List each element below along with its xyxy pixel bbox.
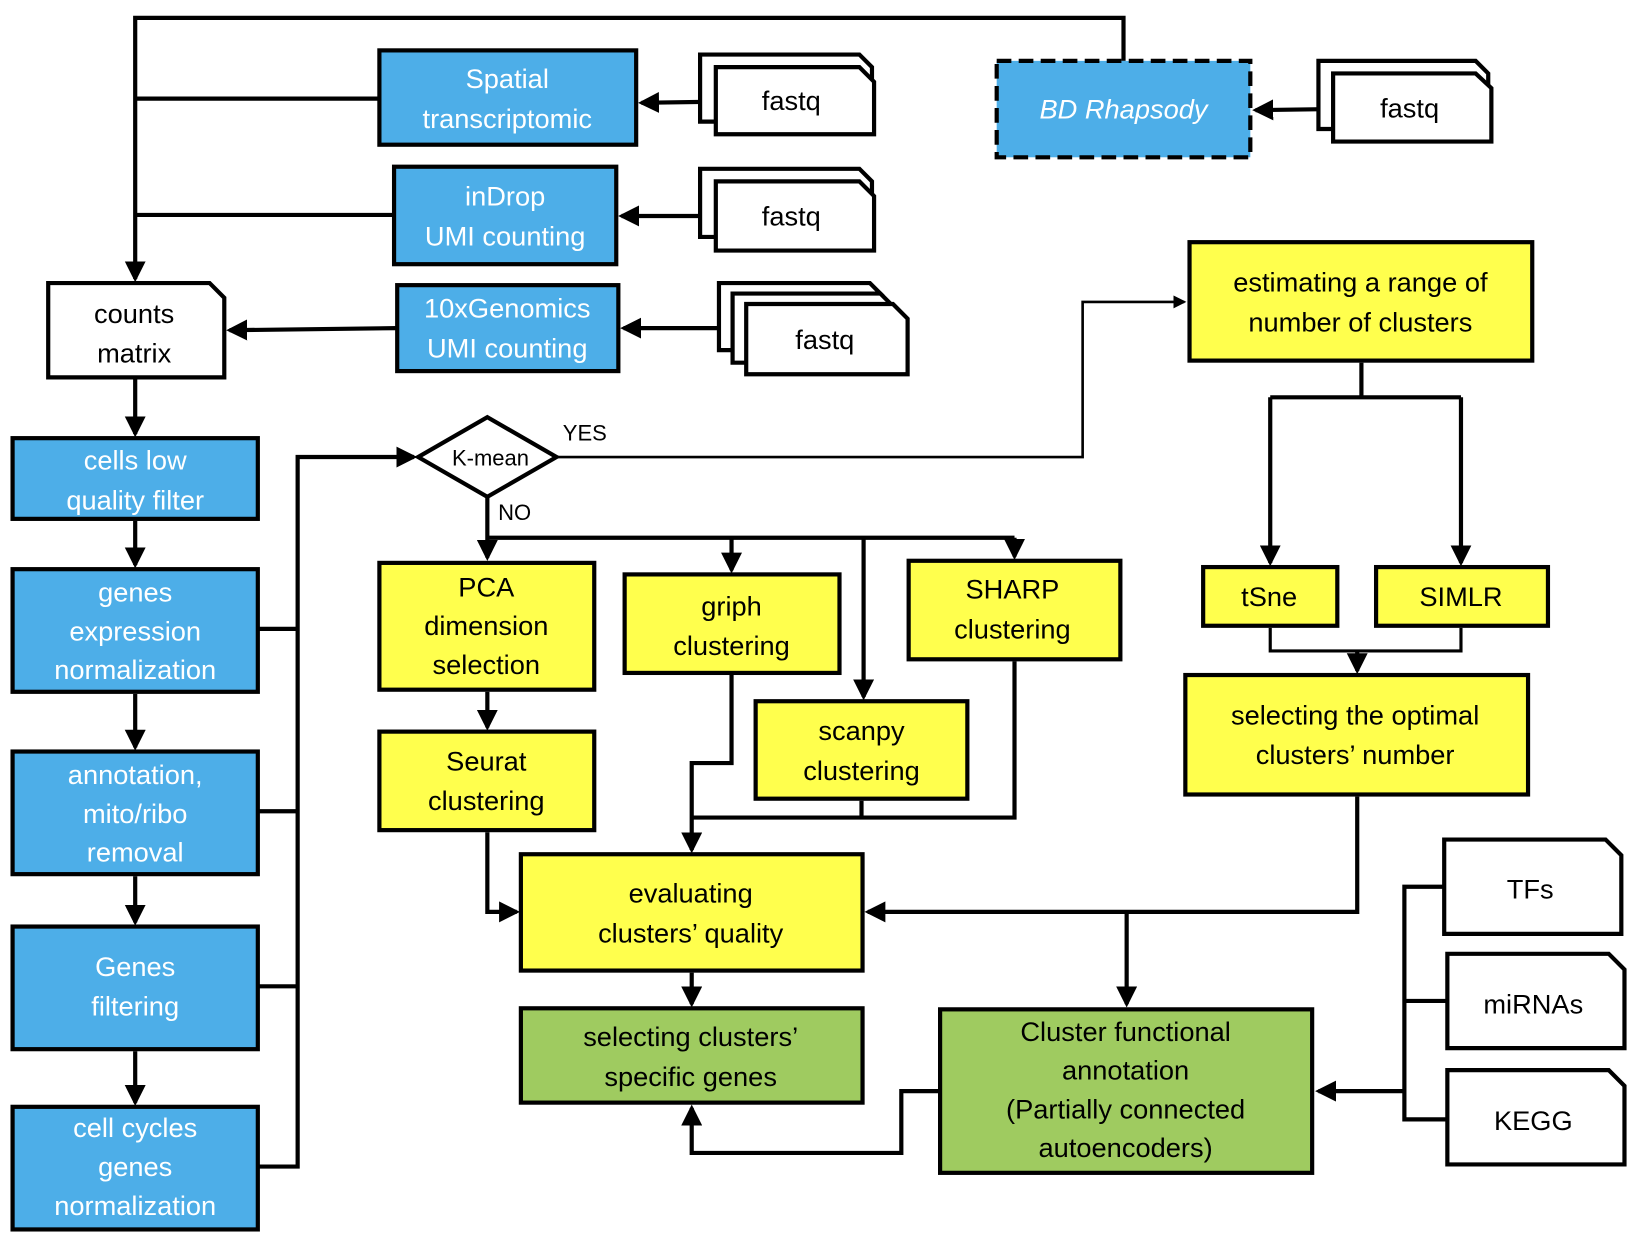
svg-text:fastq: fastq: [762, 200, 821, 231]
pipeline-diagram: Spatial transcriptomic inDrop UMI counting…: [10, 15, 1627, 1232]
edge-griph-to-eval: [681, 675, 734, 854]
fastq-file-indrop: fastq: [697, 166, 877, 253]
fastq-file-10x: fastq: [716, 280, 910, 377]
svg-text:annotation,mito/riboremoval: annotation, mito/ribo removal: [68, 759, 203, 868]
node-selecting-optimal-number: selecting the optimal clusters’ number: [1183, 672, 1531, 797]
node-10xgenomics: 10xGenomics UMI counting: [395, 283, 621, 374]
edge-optimal-to-eval: [864, 796, 1360, 923]
svg-text:KEGG: KEGG: [1494, 1105, 1573, 1136]
node-simlr: SIMLR: [1373, 564, 1551, 628]
decision-k-mean: K-mean: [413, 414, 561, 500]
svg-text:fastq: fastq: [1380, 92, 1439, 123]
svg-text:fastq: fastq: [762, 85, 821, 116]
label-yes: YES: [563, 420, 607, 445]
node-counts-matrix: counts matrix: [46, 280, 227, 380]
node-spatial-transcriptomic: Spatial transcriptomic: [377, 48, 639, 147]
node-bd-rhapsody: BD Rhapsody: [994, 58, 1253, 160]
node-evaluating-clusters-quality: evaluating clusters’ quality: [518, 852, 865, 973]
db-tfs: TFs: [1442, 837, 1624, 936]
node-selecting-specific-genes: selecting clusters’ specific genes: [518, 1006, 865, 1105]
node-seurat-clustering: Seurat clustering: [377, 729, 597, 833]
node-sharp-clustering: SHARP clustering: [906, 558, 1123, 662]
fastq-file-bd: fastq: [1316, 58, 1494, 144]
db-mirnas: miRNAs: [1445, 951, 1627, 1051]
node-tsne: tSne: [1201, 564, 1340, 628]
svg-text:SIMLR: SIMLR: [1419, 581, 1502, 612]
edge-10x-to-counts: [226, 319, 398, 341]
node-annotation-mito-ribo-removal: annotation, mito/ribo removal: [10, 749, 260, 877]
svg-text:TFs: TFs: [1507, 873, 1554, 904]
node-pca-dimension-selection: PCA dimension selection: [377, 560, 597, 692]
svg-text:K-mean: K-mean: [452, 445, 529, 470]
svg-text:tSne: tSne: [1241, 581, 1297, 612]
node-cells-low-quality-filter: cells low quality filter: [10, 436, 260, 521]
edge-tsne-simlr-join: [1268, 627, 1463, 653]
node-cell-cycles-genes-normalization: cell cycles genes normalization: [10, 1104, 260, 1232]
svg-text:miRNAs: miRNAs: [1483, 989, 1583, 1020]
db-kegg: KEGG: [1445, 1068, 1627, 1167]
svg-text:fastq: fastq: [795, 324, 854, 355]
edge-seurat-to-eval: [485, 832, 521, 923]
node-scanpy-clustering: scanpy clustering: [753, 699, 970, 801]
node-cluster-functional-annotation: Cluster functional annotation (Partially c…: [938, 1007, 1315, 1175]
node-genes-filtering: Genes filtering: [10, 924, 260, 1052]
node-griph-clustering: griph clustering: [622, 572, 842, 676]
svg-text:BD Rhapsody: BD Rhapsody: [1039, 94, 1208, 125]
node-indrop: inDrop UMI counting: [391, 164, 619, 267]
label-no: NO: [498, 500, 531, 525]
fastq-file-spatial: fastq: [697, 52, 877, 137]
node-estimating-cluster-range: estimating a range of number of clusters: [1187, 240, 1535, 363]
node-genes-expression-normalization: genes expression normalization: [10, 567, 260, 694]
